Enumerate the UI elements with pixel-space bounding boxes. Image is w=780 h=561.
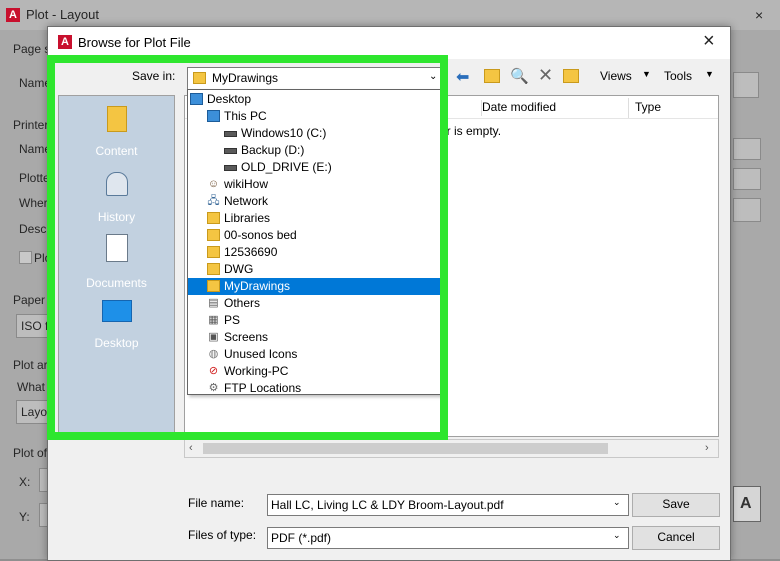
bg-printer-properties-button[interactable]	[733, 72, 759, 98]
scroll-left-icon[interactable]: ‹	[189, 442, 193, 454]
bg-paper-size-select[interactable]: ISO f	[16, 314, 48, 338]
file-name-input[interactable]: Hall LC, Living LC & LDY Broom-Layout.pd…	[267, 494, 629, 516]
bg-properties-field[interactable]	[733, 198, 761, 222]
tools-dropdown-icon[interactable]: ▼	[705, 69, 714, 79]
file-name-label: File name:	[188, 496, 245, 510]
plot-layout-title: Plot - Layout	[26, 7, 99, 22]
dialog-title: Browse for Plot File	[78, 35, 191, 50]
column-date-modified[interactable]: Date modified	[482, 100, 556, 114]
bg-label-printer: Printer	[13, 118, 49, 132]
bg-what-to-plot-select[interactable]: Layo	[16, 400, 48, 424]
files-of-type-value: PDF (*.pdf)	[271, 531, 332, 545]
bg-close-icon[interactable]: ×	[755, 7, 763, 23]
bg-label-y: Y:	[19, 510, 30, 524]
bg-label-plot-offset: Plot off	[13, 446, 51, 460]
plot-preview-icon: A	[740, 495, 752, 512]
files-of-type-label: Files of type:	[188, 528, 257, 542]
delete-icon[interactable]: ✕	[538, 65, 553, 86]
bg-preview-button[interactable]: A	[733, 486, 761, 522]
file-list-scrollbar[interactable]: ‹ ›	[184, 439, 719, 458]
back-arrow-icon[interactable]: ⬅	[456, 67, 469, 87]
cancel-button[interactable]: Cancel	[632, 526, 720, 550]
new-folder-icon[interactable]	[563, 69, 579, 83]
bg-label-what-to-plot: What	[17, 380, 46, 394]
close-icon[interactable]: ×	[703, 30, 715, 53]
bg-label-description: Descr	[19, 222, 51, 236]
bg-plotter-select[interactable]	[733, 168, 761, 190]
empty-folder-message: er is empty.	[440, 124, 502, 138]
bg-plot-to-file-checkbox[interactable]	[19, 251, 32, 264]
bg-label-plot-area: Plot ar	[13, 358, 48, 372]
bg-label-page-setup: Page s	[13, 42, 51, 56]
search-web-icon[interactable]: 🔍	[510, 67, 529, 85]
autocad-logo-icon: A	[6, 8, 20, 22]
save-button[interactable]: Save	[632, 493, 720, 517]
up-folder-icon[interactable]	[484, 69, 500, 83]
autocad-logo-icon: A	[58, 35, 72, 49]
bg-label-paper: Paper	[13, 293, 46, 307]
views-menu[interactable]: Views	[600, 69, 632, 83]
column-divider	[628, 98, 629, 118]
scrollbar-thumb[interactable]	[203, 443, 608, 454]
bg-label-plotter: Plotte	[19, 171, 50, 185]
scroll-right-icon[interactable]: ›	[705, 442, 709, 454]
green-highlight-box	[47, 55, 448, 440]
files-of-type-dropdown-icon[interactable]: ⌄	[613, 530, 621, 541]
bg-label-x: X:	[19, 475, 31, 489]
files-of-type-select[interactable]: PDF (*.pdf)	[267, 527, 629, 549]
file-name-dropdown-icon[interactable]: ⌄	[613, 497, 621, 508]
views-dropdown-icon[interactable]: ▼	[642, 69, 651, 79]
tools-menu[interactable]: Tools	[664, 69, 692, 83]
column-type[interactable]: Type	[635, 100, 661, 114]
file-name-value: Hall LC, Living LC & LDY Broom-Layout.pd…	[271, 498, 504, 512]
bg-name-select[interactable]	[733, 138, 761, 160]
